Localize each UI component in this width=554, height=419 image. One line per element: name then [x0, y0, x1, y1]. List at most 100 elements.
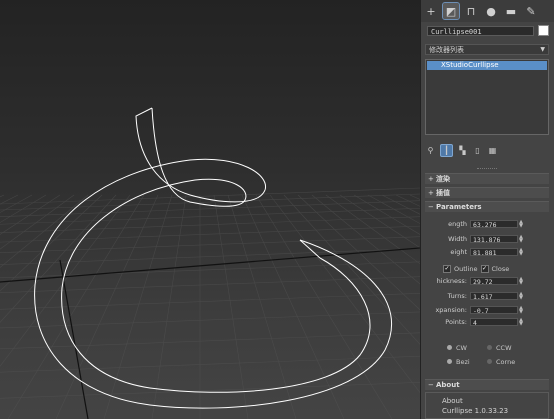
turns-field[interactable]: 1.617: [470, 291, 518, 301]
length-field[interactable]: 63.276: [470, 219, 518, 229]
modifier-list-dropdown[interactable]: 修改器列表 ▼: [425, 44, 549, 55]
length-param: ength 63.276 ▲ ▼: [425, 219, 549, 229]
outline-checkbox[interactable]: ✓: [443, 264, 451, 273]
grid-line: [227, 194, 297, 419]
expansion-param: xpansion: -0.7 ▲ ▼: [425, 305, 549, 315]
grid-line: [0, 292, 420, 310]
spinner-arrows-icon[interactable]: ▲ ▼: [518, 219, 524, 228]
height-field[interactable]: 81.881: [470, 247, 518, 257]
grid-line: [0, 193, 420, 211]
grid-line: [353, 194, 420, 235]
motion-tab-icon[interactable]: ●: [483, 3, 499, 19]
bezier-label: Bezi: [456, 357, 470, 366]
collapse-icon: −: [428, 203, 434, 211]
ccw-radio[interactable]: [487, 345, 492, 350]
modifier-stack[interactable]: XStudioCurllipse: [425, 59, 549, 135]
thickness-param: hickness: 29.72 ▲ ▼: [425, 276, 549, 286]
width-field[interactable]: 131.876: [470, 234, 518, 244]
grid-line: [311, 194, 420, 285]
rollout-about[interactable]: − About: [425, 379, 549, 390]
viewport-canvas[interactable]: [0, 0, 420, 419]
pin-stack-icon[interactable]: ⚲: [425, 145, 436, 156]
grid-line: [0, 216, 420, 233]
grid-line: [0, 382, 420, 399]
points-param: Points: 4 ▲ ▼: [425, 317, 549, 327]
spinner-arrows-icon[interactable]: ▲ ▼: [518, 317, 524, 326]
width-label: Width: [448, 234, 467, 243]
height-label: eight: [450, 247, 467, 256]
thickness-label: hickness:: [436, 276, 467, 285]
grid-line: [0, 194, 5, 198]
about-heading: About: [442, 397, 463, 405]
corner-option[interactable]: Corne: [487, 358, 527, 366]
y-axis: [59, 259, 89, 419]
grid-line: [395, 194, 420, 207]
show-end-result-icon[interactable]: ┃: [440, 143, 453, 157]
expansion-field[interactable]: -0.7: [470, 305, 518, 315]
rollout-rendering-title: 渲染: [436, 175, 450, 183]
command-panel-tabs: + ◩ ⊓ ● ▬ ✎: [421, 0, 554, 22]
panel-divider: [477, 168, 497, 171]
expand-icon: +: [428, 175, 434, 183]
viewport[interactable]: [0, 0, 420, 419]
bezier-option[interactable]: Bezi: [447, 358, 487, 366]
spinner-arrows-icon[interactable]: ▲ ▼: [518, 291, 524, 300]
modifier-list-label: 修改器列表: [429, 46, 464, 54]
grid-line: [0, 248, 420, 265]
spinner-arrows-icon[interactable]: ▲ ▼: [518, 305, 524, 314]
curllipse-spline-inner: [61, 107, 371, 393]
grid-line: [367, 194, 420, 224]
grid-line: [0, 332, 420, 350]
cw-radio[interactable]: [447, 345, 452, 350]
make-unique-icon[interactable]: ▚: [457, 145, 468, 156]
grid-line: [0, 194, 89, 268]
cw-option[interactable]: CW: [447, 344, 487, 352]
direction-radio-row: CW CCW: [447, 343, 547, 352]
modify-tab-icon[interactable]: ◩: [442, 2, 460, 20]
close-label: Close: [491, 264, 510, 273]
rollout-parameters[interactable]: − Parameters: [425, 201, 549, 212]
remove-modifier-icon[interactable]: ▯: [472, 145, 483, 156]
expansion-label: xpansion:: [435, 305, 467, 314]
create-tab-icon[interactable]: +: [423, 3, 439, 19]
grid-line: [0, 194, 61, 235]
grid-line: [0, 225, 420, 243]
grid-line: [151, 194, 187, 419]
rollout-rendering[interactable]: + 渲染: [425, 173, 549, 184]
points-field[interactable]: 4: [470, 317, 518, 327]
corner-label: Corne: [496, 357, 516, 366]
about-group: About Curllipse 1.0.33.23: [425, 392, 549, 419]
curllipse-spline-outer: [34, 107, 392, 409]
turns-label: Turns:: [447, 291, 467, 300]
spinner-arrows-icon[interactable]: ▲ ▼: [518, 247, 524, 256]
grid-line: [0, 207, 420, 225]
outline-label: Outline: [454, 264, 478, 273]
expand-icon: +: [428, 189, 434, 197]
grid-line: [0, 194, 47, 223]
object-color-swatch[interactable]: [538, 25, 549, 36]
ccw-option[interactable]: CCW: [487, 344, 527, 352]
display-tab-icon[interactable]: ▬: [503, 3, 519, 19]
thickness-field[interactable]: 29.72: [470, 276, 518, 286]
rollout-interpolation[interactable]: + 插值: [425, 187, 549, 198]
spinner-arrows-icon[interactable]: ▲ ▼: [518, 276, 524, 285]
bezier-radio[interactable]: [447, 359, 452, 364]
stack-toolbar: ⚲ ┃ ▚ ▯ ▦: [425, 143, 549, 157]
rollout-about-title: About: [436, 381, 460, 389]
command-panel: + ◩ ⊓ ● ▬ ✎ Curllipse001 修改器列表 ▼ XStudio…: [420, 0, 554, 419]
about-version: Curllipse 1.0.33.23: [442, 407, 509, 415]
corner-radio[interactable]: [487, 359, 492, 364]
chevron-down-icon: ▼: [540, 46, 545, 53]
close-checkbox[interactable]: ✓: [480, 264, 489, 273]
ccw-label: CCW: [496, 343, 512, 352]
curllipse-end-cap: [299, 239, 321, 259]
spinner-arrows-icon[interactable]: ▲ ▼: [518, 234, 524, 243]
height-param: eight 81.881 ▲ ▼: [425, 247, 549, 257]
configure-sets-icon[interactable]: ▦: [487, 145, 498, 156]
utilities-tab-icon[interactable]: ✎: [523, 3, 539, 19]
grid-line: [409, 194, 420, 200]
turns-param: Turns: 1.617 ▲ ▼: [425, 291, 549, 301]
stack-item-curllipse[interactable]: XStudioCurllipse: [427, 61, 547, 70]
object-name-field[interactable]: Curllipse001: [427, 25, 535, 36]
hierarchy-tab-icon[interactable]: ⊓: [463, 3, 479, 19]
